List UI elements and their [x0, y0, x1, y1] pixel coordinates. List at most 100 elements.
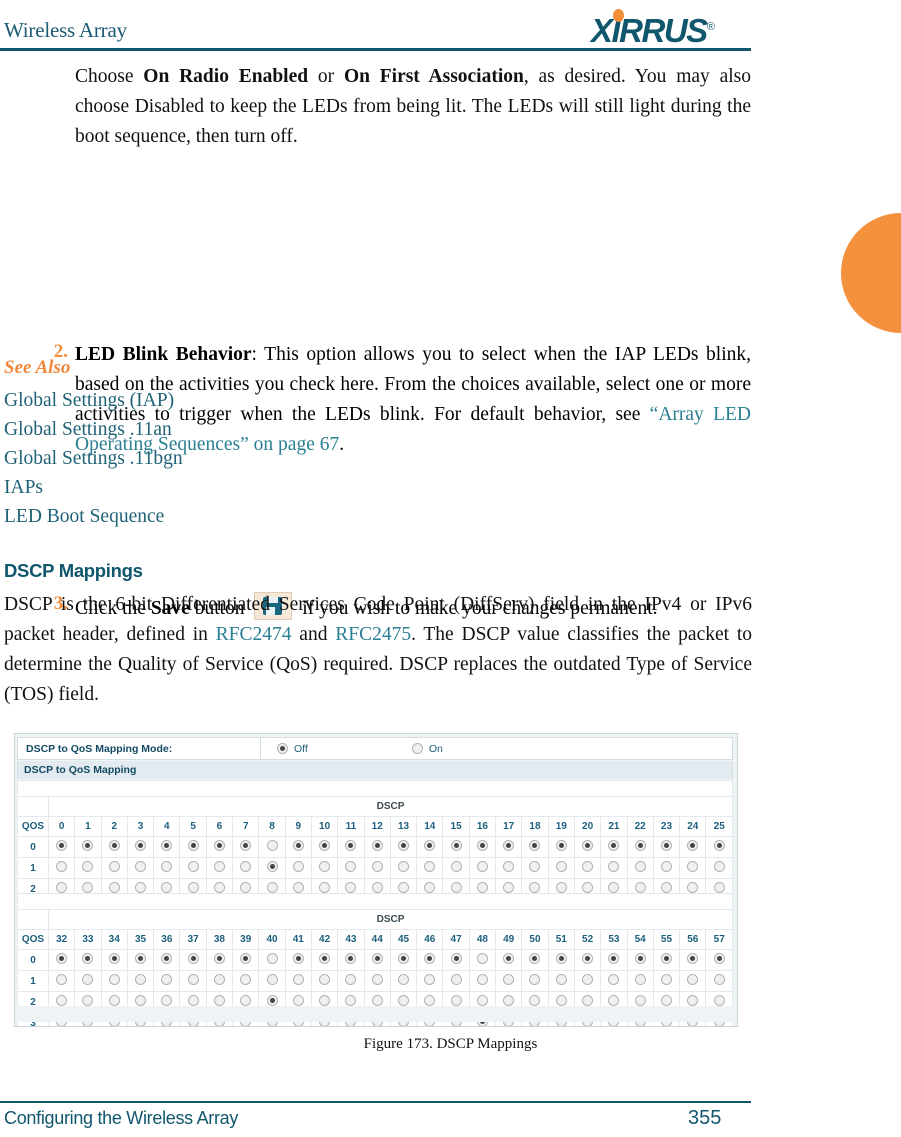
radio-dscp-2-qos-0-icon[interactable]: [108, 840, 120, 851]
radio-dscp-35-qos-0-icon[interactable]: [135, 953, 147, 964]
dscp-qos-cell[interactable]: [389, 836, 418, 858]
dscp-qos-cell[interactable]: [626, 836, 654, 858]
radio-dscp-10-qos-0-icon[interactable]: [319, 840, 331, 851]
dscp-qos-cell[interactable]: [547, 949, 575, 971]
radio-dscp-37-qos-1-icon[interactable]: [187, 974, 199, 985]
dscp-qos-cell[interactable]: [232, 836, 260, 858]
radio-dscp-39-qos-1-icon[interactable]: [240, 974, 252, 985]
dscp-qos-cell[interactable]: [389, 949, 418, 971]
dscp-qos-cell[interactable]: [442, 949, 470, 971]
radio-dscp-55-qos-2-icon[interactable]: [660, 995, 672, 1006]
radio-dscp-53-qos-0-icon[interactable]: [608, 953, 620, 964]
radio-dscp-0-qos-0-icon[interactable]: [56, 840, 68, 851]
radio-dscp-38-qos-1-icon[interactable]: [213, 974, 225, 985]
radio-dscp-36-qos-1-icon[interactable]: [161, 974, 173, 985]
dscp-qos-cell[interactable]: [179, 857, 207, 879]
see-also-link[interactable]: Global Settings .11an: [4, 415, 183, 444]
radio-dscp-4-qos-2-icon[interactable]: [161, 882, 173, 893]
radio-dscp-53-qos-1-icon[interactable]: [608, 974, 620, 985]
radio-dscp-53-qos-2-icon[interactable]: [608, 995, 620, 1006]
radio-dscp-14-qos-1-icon[interactable]: [424, 861, 436, 872]
dscp-qos-cell[interactable]: [258, 836, 286, 858]
radio-dscp-46-qos-2-icon[interactable]: [424, 995, 436, 1006]
dscp-qos-cell[interactable]: [495, 857, 523, 879]
dscp-qos-cell[interactable]: [100, 970, 128, 992]
radio-dscp-22-qos-0-icon[interactable]: [634, 840, 646, 851]
radio-dscp-17-qos-0-icon[interactable]: [503, 840, 515, 851]
radio-dscp-14-qos-0-icon[interactable]: [424, 840, 436, 851]
radio-dscp-43-qos-2-icon[interactable]: [345, 995, 357, 1006]
radio-dscp-34-qos-1-icon[interactable]: [108, 974, 120, 985]
dscp-qos-cell[interactable]: [705, 970, 733, 992]
dscp-qos-cell[interactable]: [126, 836, 155, 858]
radio-dscp-10-qos-2-icon[interactable]: [319, 882, 331, 893]
radio-dscp-54-qos-1-icon[interactable]: [634, 974, 646, 985]
dscp-qos-cell[interactable]: [600, 970, 628, 992]
radio-dscp-15-qos-0-icon[interactable]: [450, 840, 462, 851]
radio-dscp-0-qos-2-icon[interactable]: [56, 882, 68, 893]
dscp-qos-cell[interactable]: [126, 970, 155, 992]
radio-dscp-41-qos-2-icon[interactable]: [292, 995, 304, 1006]
dscp-qos-cell[interactable]: [416, 949, 444, 971]
dscp-qos-cell[interactable]: [363, 970, 391, 992]
dscp-qos-cell[interactable]: [74, 836, 102, 858]
radio-dscp-56-qos-0-icon[interactable]: [687, 953, 699, 964]
dscp-qos-cell[interactable]: [600, 949, 628, 971]
dscp-qos-cell[interactable]: [468, 836, 497, 858]
dscp-qos-cell[interactable]: [179, 836, 207, 858]
dscp-qos-cell[interactable]: [337, 836, 365, 858]
dscp-qos-cell[interactable]: [284, 836, 312, 858]
radio-dscp-11-qos-1-icon[interactable]: [345, 861, 357, 872]
radio-dscp-42-qos-2-icon[interactable]: [319, 995, 331, 1006]
radio-dscp-3-qos-0-icon[interactable]: [135, 840, 147, 851]
radio-dscp-25-qos-1-icon[interactable]: [713, 861, 725, 872]
radio-dscp-48-qos-2-icon[interactable]: [476, 995, 488, 1006]
radio-dscp-24-qos-2-icon[interactable]: [687, 882, 699, 893]
radio-dscp-22-qos-2-icon[interactable]: [634, 882, 646, 893]
dscp-qos-cell[interactable]: [626, 857, 654, 879]
radio-dscp-3-qos-2-icon[interactable]: [135, 882, 147, 893]
radio-dscp-52-qos-0-icon[interactable]: [582, 953, 594, 964]
radio-dscp-12-qos-1-icon[interactable]: [371, 861, 383, 872]
radio-off-icon[interactable]: [277, 743, 288, 754]
radio-dscp-50-qos-0-icon[interactable]: [529, 953, 541, 964]
radio-dscp-36-qos-0-icon[interactable]: [161, 953, 173, 964]
dscp-qos-cell[interactable]: [547, 970, 575, 992]
dscp-qos-cell[interactable]: [363, 836, 391, 858]
dscp-qos-cell[interactable]: [521, 857, 549, 879]
dscp-qos-cell[interactable]: [232, 970, 260, 992]
radio-dscp-24-qos-1-icon[interactable]: [687, 861, 699, 872]
radio-dscp-2-qos-1-icon[interactable]: [108, 861, 120, 872]
radio-dscp-47-qos-2-icon[interactable]: [450, 995, 462, 1006]
dscp-qos-cell[interactable]: [495, 949, 523, 971]
see-also-link[interactable]: LED Boot Sequence: [4, 502, 183, 531]
dscp-qos-cell[interactable]: [232, 949, 260, 971]
dscp-qos-cell[interactable]: [126, 949, 155, 971]
dscp-qos-cell[interactable]: [205, 949, 234, 971]
dscp-qos-cell[interactable]: [284, 857, 312, 879]
dscp-qos-cell[interactable]: [416, 970, 444, 992]
dscp-qos-cell[interactable]: [679, 949, 707, 971]
dscp-qos-cell[interactable]: [205, 857, 234, 879]
radio-dscp-33-qos-2-icon[interactable]: [82, 995, 94, 1006]
radio-dscp-8-qos-0-icon[interactable]: [266, 840, 278, 851]
dscp-qos-cell[interactable]: [337, 857, 365, 879]
dscp-qos-cell[interactable]: [363, 949, 391, 971]
radio-dscp-49-qos-0-icon[interactable]: [503, 953, 515, 964]
radio-dscp-19-qos-2-icon[interactable]: [555, 882, 567, 893]
radio-dscp-13-qos-1-icon[interactable]: [398, 861, 409, 872]
dscp-qos-cell[interactable]: [74, 857, 102, 879]
radio-dscp-9-qos-2-icon[interactable]: [292, 882, 304, 893]
radio-dscp-8-qos-1-icon[interactable]: [266, 861, 278, 872]
radio-dscp-35-qos-2-icon[interactable]: [135, 995, 147, 1006]
radio-dscp-7-qos-0-icon[interactable]: [240, 840, 252, 851]
radio-dscp-9-qos-1-icon[interactable]: [292, 861, 304, 872]
radio-dscp-57-qos-1-icon[interactable]: [713, 974, 725, 985]
radio-dscp-46-qos-1-icon[interactable]: [424, 974, 436, 985]
radio-dscp-40-qos-2-icon[interactable]: [266, 995, 278, 1006]
dscp-qos-cell[interactable]: [179, 970, 207, 992]
radio-dscp-32-qos-0-icon[interactable]: [56, 953, 68, 964]
dscp-qos-cell[interactable]: [652, 970, 681, 992]
dscp-qos-cell[interactable]: [705, 857, 733, 879]
radio-dscp-6-qos-2-icon[interactable]: [213, 882, 225, 893]
